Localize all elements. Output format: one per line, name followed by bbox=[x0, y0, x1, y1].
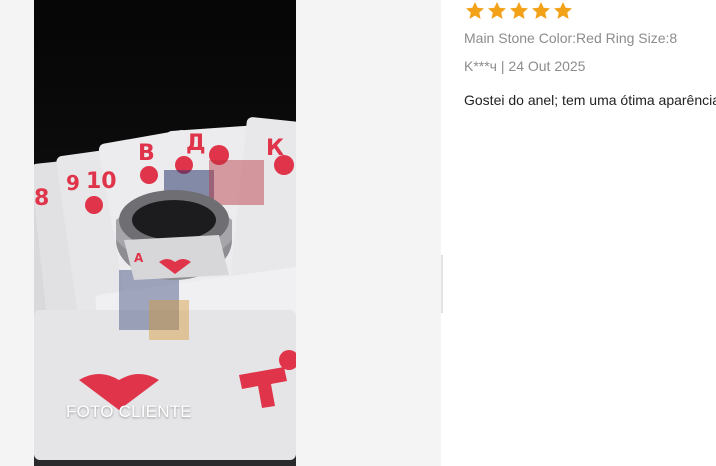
meta-separator: | bbox=[496, 58, 509, 74]
gallery-divider bbox=[441, 255, 443, 313]
svg-text:Д: Д bbox=[186, 131, 206, 156]
review-date: 24 Out 2025 bbox=[508, 58, 586, 74]
star-icon bbox=[554, 2, 572, 19]
star-icon bbox=[466, 2, 484, 19]
svg-text:10: 10 bbox=[86, 169, 117, 194]
svg-text:9: 9 bbox=[66, 171, 80, 195]
photo-caption: FOTO CLIENTE bbox=[66, 402, 192, 421]
review-author: K***ч bbox=[464, 58, 497, 74]
star-rating bbox=[464, 0, 574, 22]
svg-text:A: A bbox=[134, 251, 144, 265]
review-attributes: Main Stone Color:Red Ring Size:8 bbox=[464, 30, 678, 46]
customer-photo[interactable]: 8 9 10 В Д К A FOTO CLIENTE bbox=[34, 0, 296, 466]
star-icon bbox=[532, 2, 550, 19]
photo-gallery: 8 9 10 В Д К A FOTO CLIENTE bbox=[0, 0, 441, 466]
star-icon bbox=[510, 2, 528, 19]
review-meta: K***ч | 24 Out 2025 bbox=[464, 58, 585, 74]
review-text: Gostei do anel; tem uma ótima aparência. bbox=[464, 92, 716, 108]
star-icon bbox=[488, 2, 506, 19]
svg-text:В: В bbox=[138, 141, 155, 166]
ring-image: A bbox=[116, 190, 232, 280]
photo-illustration: 8 9 10 В Д К A bbox=[34, 117, 296, 460]
svg-text:8: 8 bbox=[34, 186, 49, 211]
